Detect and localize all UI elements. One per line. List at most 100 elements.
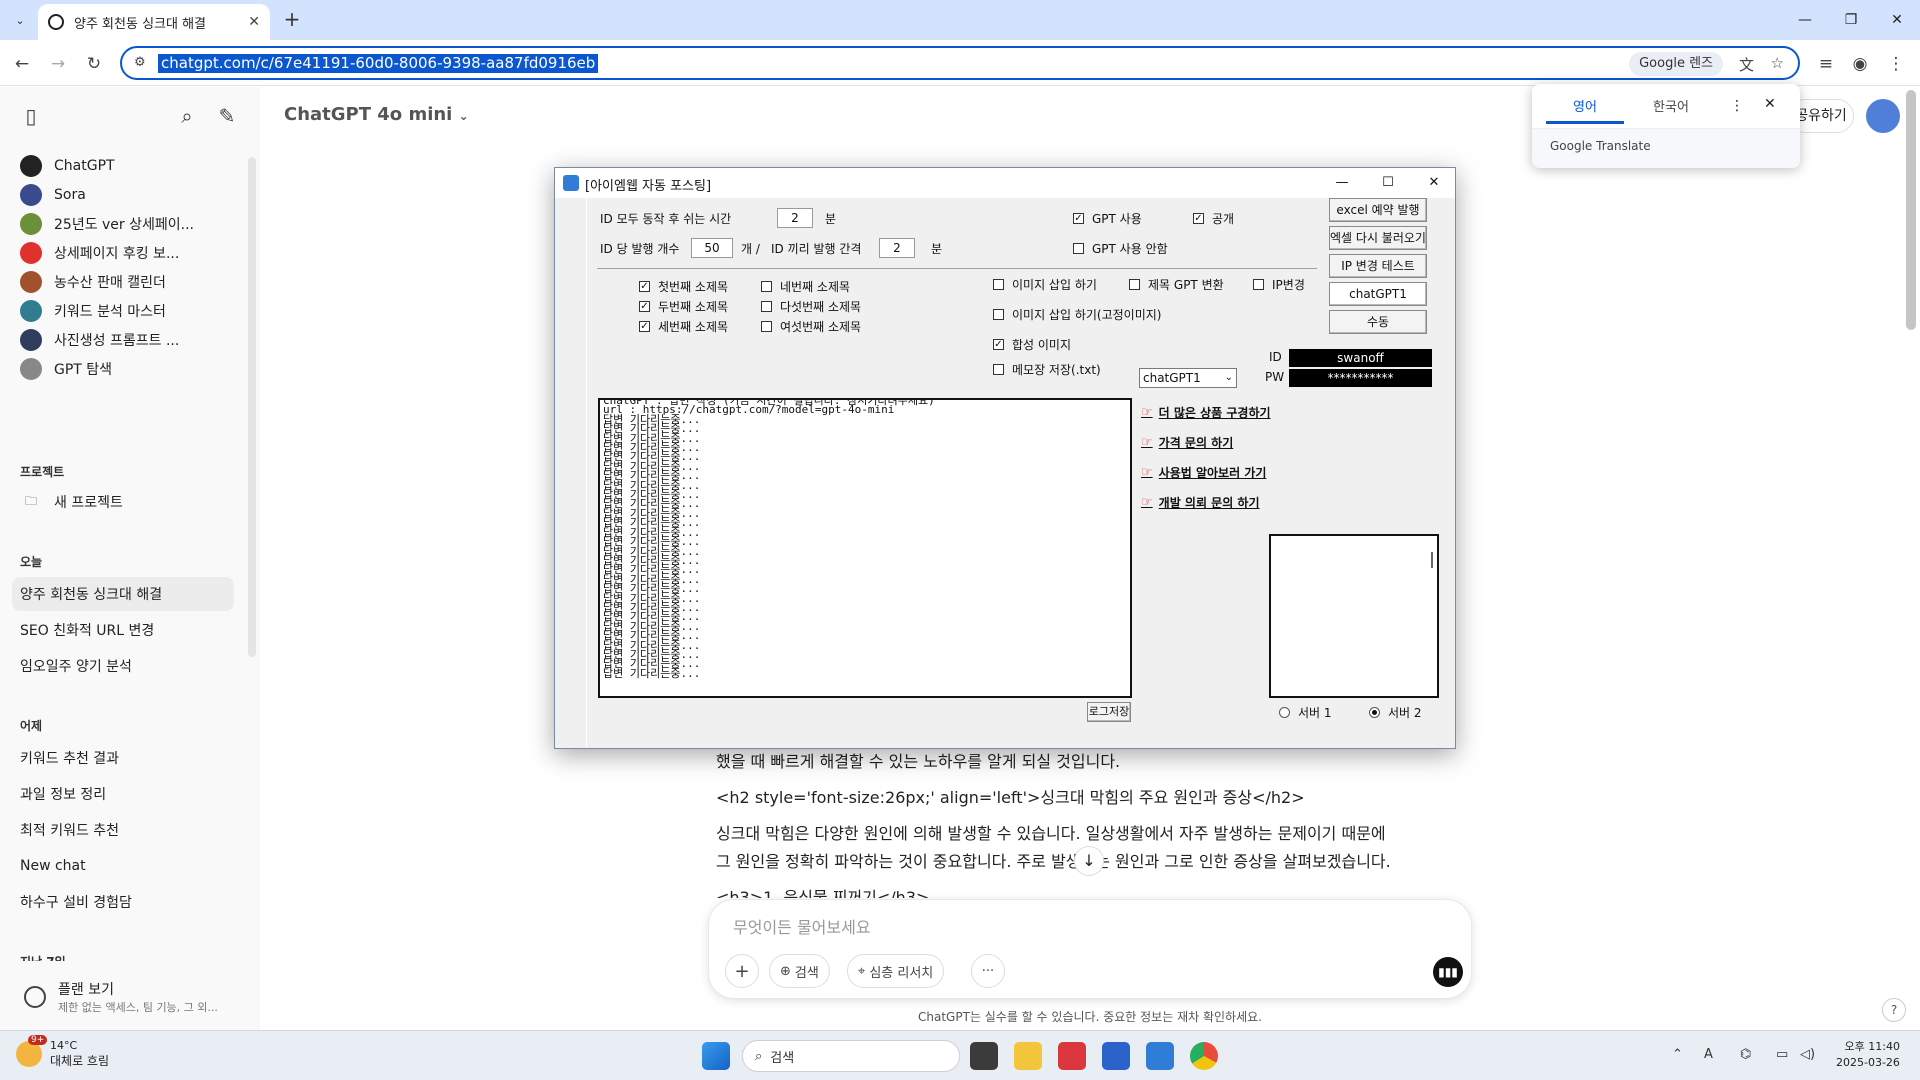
volume-icon[interactable]: ◁) (1800, 1047, 1815, 1062)
promo-link[interactable]: ☞ 사용법 알아보러 가기 (1141, 464, 1266, 481)
insert-image-checkbox[interactable]: 이미지 삽입 하기 (993, 276, 1097, 293)
subtitle-checkbox[interactable]: 다섯번째 소제목 (761, 298, 861, 315)
pw-field[interactable]: *********** (1289, 369, 1432, 387)
close-icon[interactable]: ✕ (1764, 96, 1776, 112)
rest-time-input[interactable]: 2 (777, 208, 813, 228)
user-avatar[interactable] (1866, 99, 1900, 133)
pen-icon[interactable]: A (1704, 1047, 1713, 1062)
new-tab-button[interactable]: + (280, 8, 304, 32)
task-view-icon[interactable] (970, 1042, 998, 1070)
chat-history-item[interactable]: 하수구 설비 경험담 (12, 885, 234, 919)
log-output[interactable]: chatGPT : 답변 작성 (가끔 시간이 걸립니다. 잠시기다려주세요) u… (598, 398, 1132, 698)
subtitle-checkbox[interactable]: ✓ 세번째 소제목 (639, 318, 728, 335)
chat-history-item[interactable]: 최적 키워드 추천 (12, 813, 234, 847)
server2-radio[interactable]: 서버 2 (1369, 704, 1422, 721)
page-scrollbar[interactable] (1906, 90, 1916, 330)
minimize-icon[interactable]: — (1782, 0, 1828, 40)
excel-reload-button[interactable]: 엑셀 다시 불러오기 (1329, 226, 1427, 250)
translate-tab-korean[interactable]: 한국어 (1632, 94, 1710, 124)
prompt-input[interactable]: 무엇이든 물어보세요 (733, 914, 871, 938)
title-gpt-checkbox[interactable]: 제목 GPT 변환 (1129, 276, 1224, 293)
chat-history-item[interactable]: New chat (12, 849, 234, 883)
toggle-sidebar-icon[interactable]: ▯ (18, 103, 44, 129)
preview-scrollbar[interactable] (1431, 552, 1433, 568)
chrome-icon[interactable] (1190, 1042, 1218, 1070)
subtitle-checkbox[interactable]: 네번째 소제목 (761, 278, 850, 295)
server1-radio[interactable]: 서버 1 (1279, 704, 1332, 721)
subtitle-checkbox[interactable]: ✓ 첫번째 소제목 (639, 278, 728, 295)
close-tab-icon[interactable]: ✕ (248, 14, 260, 30)
chat-history-item[interactable]: 과일 정보 정리 (12, 777, 234, 811)
subtitle-checkbox[interactable]: ✓ 두번째 소제목 (639, 298, 728, 315)
app-icon[interactable] (1058, 1042, 1086, 1070)
network-icon[interactable]: ⌬ (1740, 1047, 1751, 1062)
sidebar-item-gpt[interactable]: GPT 탐색 (12, 352, 234, 386)
translate-tab-english[interactable]: 영어 (1546, 94, 1624, 124)
model-selector[interactable]: ChatGPT 4o mini ⌄ (284, 104, 469, 125)
profile-icon[interactable]: ◉ (1846, 50, 1874, 78)
chat-history-item[interactable]: 양주 회천동 싱크대 해결 (12, 577, 234, 611)
maximize-icon[interactable]: ☐ (1365, 168, 1411, 198)
new-project-item[interactable]: 🗀 새 프로젝트 (12, 485, 234, 519)
message-composer[interactable]: 무엇이든 물어보세요 + ⊕ 검색 ⌖ 심층 리서치 ··· ▮▮▮ (708, 899, 1472, 999)
tab-search-button[interactable]: ⌄ (8, 8, 32, 32)
close-window-icon[interactable]: ✕ (1874, 0, 1920, 40)
chatgpt1-button[interactable]: chatGPT1 (1329, 282, 1427, 306)
address-bar[interactable]: ⚙ chatgpt.com/c/67e41191-60d0-8006-9398-… (120, 46, 1800, 80)
clock[interactable]: 오후 11:40 2025-03-26 (1836, 1039, 1900, 1071)
close-icon[interactable]: ✕ (1411, 168, 1457, 198)
attach-button[interactable]: + (725, 954, 759, 988)
deep-research-button[interactable]: ⌖ 심층 리서치 (847, 954, 945, 988)
save-memo-checkbox[interactable]: 메모장 저장(.txt) (993, 361, 1101, 378)
voice-mode-icon[interactable]: ▮▮▮ (1433, 957, 1463, 987)
public-checkbox[interactable]: ✓ 공개 (1193, 210, 1234, 227)
chat-history-item[interactable]: 임오일주 양기 분석 (12, 649, 234, 683)
help-button[interactable]: ? (1882, 998, 1906, 1022)
id-field[interactable]: swanoff (1289, 349, 1432, 367)
menu-icon[interactable]: ⋮ (1882, 50, 1910, 78)
forward-icon[interactable]: → (44, 50, 72, 78)
id-interval-input[interactable]: 2 (879, 238, 915, 258)
site-info-icon[interactable]: ⚙ (134, 55, 146, 70)
minimize-icon[interactable]: — (1319, 168, 1365, 198)
posts-per-id-input[interactable]: 50 (691, 238, 733, 258)
gpt-not-use-checkbox[interactable]: GPT 사용 안함 (1073, 240, 1168, 257)
insert-fixed-image-checkbox[interactable]: 이미지 삽입 하기(고정이미지) (993, 306, 1161, 323)
auto-posting-app-icon[interactable] (1146, 1042, 1174, 1070)
google-lens-button[interactable]: Google 렌즈 (1629, 52, 1723, 76)
reload-icon[interactable]: ↻ (80, 50, 108, 78)
notepad-icon[interactable] (1102, 1042, 1130, 1070)
more-options-icon[interactable]: ⋮ (1730, 98, 1744, 114)
restore-icon[interactable]: ❐ (1828, 0, 1874, 40)
windows-start-icon[interactable] (702, 1042, 730, 1070)
composite-image-checkbox[interactable]: ✓ 합성 이미지 (993, 336, 1071, 353)
sidebar-scrollbar[interactable] (248, 157, 256, 657)
search-button[interactable]: ⊕ 검색 (769, 954, 830, 988)
new-chat-icon[interactable]: ✎ (214, 103, 240, 129)
taskbar-search[interactable]: ⌕ 검색 (742, 1040, 960, 1072)
promo-link[interactable]: ☞ 더 많은 상품 구경하기 (1141, 404, 1271, 421)
file-explorer-icon[interactable] (1014, 1042, 1042, 1070)
scroll-down-button[interactable]: ↓ (1074, 846, 1104, 876)
chat-history-item[interactable]: 키워드 추천 결과 (12, 741, 234, 775)
ip-change-checkbox[interactable]: IP변경 (1253, 276, 1305, 293)
promo-link[interactable]: ☞ 가격 문의 하기 (1141, 434, 1233, 451)
display-icon[interactable]: ▭ (1776, 1047, 1788, 1062)
chat-history-item[interactable]: SEO 친화적 URL 변경 (12, 613, 234, 647)
log-save-button[interactable]: 로그저장 (1087, 702, 1131, 722)
manual-button[interactable]: 수동 (1329, 310, 1427, 334)
chevron-up-icon[interactable]: ⌃ (1672, 1047, 1683, 1062)
gpt-use-checkbox[interactable]: ✓ GPT 사용 (1073, 210, 1142, 227)
search-icon[interactable]: ⌕ (174, 103, 200, 129)
tab-search-icon[interactable]: ≡ (1812, 50, 1840, 78)
gpt-account-select[interactable]: chatGPT1 ⌄ (1139, 368, 1237, 388)
ip-test-button[interactable]: IP 변경 테스트 (1329, 254, 1427, 278)
browser-tab[interactable]: 양주 회천동 싱크대 해결 ✕ (38, 4, 270, 40)
subtitle-checkbox[interactable]: 여섯번째 소제목 (761, 318, 861, 335)
translate-icon[interactable]: 文 (1739, 54, 1754, 75)
back-icon[interactable]: ← (8, 50, 36, 78)
more-tools-button[interactable]: ··· (971, 954, 1005, 988)
bookmark-star-icon[interactable]: ☆ (1771, 54, 1784, 72)
promo-link[interactable]: ☞ 개발 의뢰 문의 하기 (1141, 494, 1260, 511)
excel-schedule-button[interactable]: excel 예약 발행 (1329, 198, 1427, 222)
